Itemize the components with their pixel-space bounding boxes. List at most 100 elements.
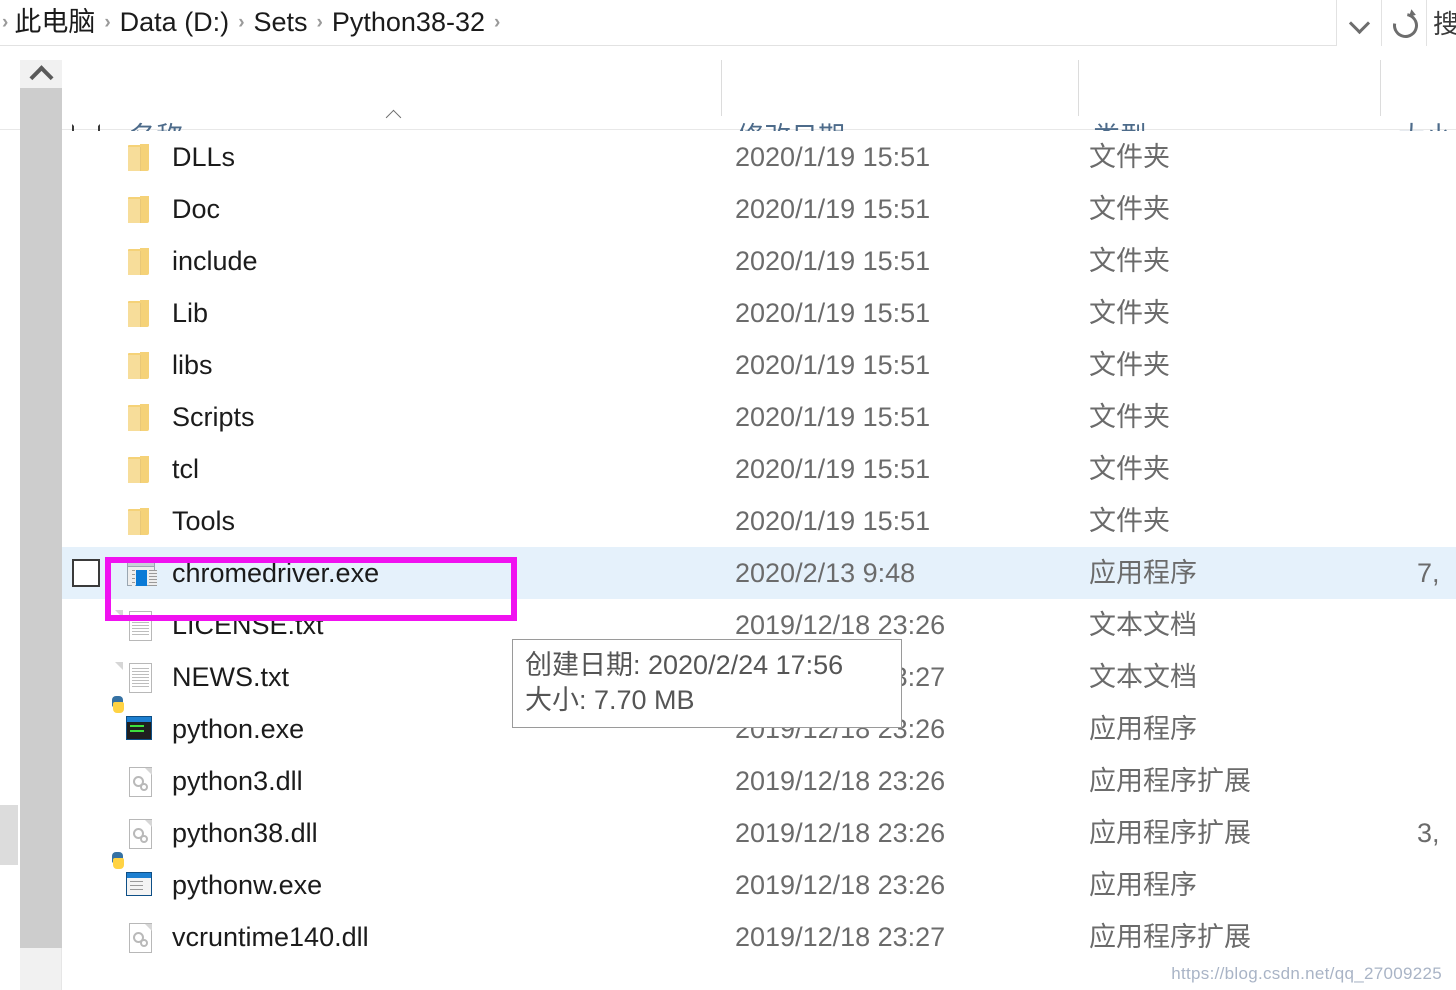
folder-icon	[124, 401, 158, 435]
folder-icon	[124, 141, 158, 175]
table-row[interactable]: chromedriver.exe 2020/2/13 9:48 应用程序 7,	[62, 547, 1456, 599]
table-row[interactable]: pythonw.exe 2019/12/18 23:26 应用程序	[62, 852, 1456, 911]
file-name[interactable]: NEWS.txt	[172, 651, 289, 703]
file-type: 应用程序	[1089, 558, 1197, 588]
file-name[interactable]: Doc	[172, 183, 220, 235]
file-date-modified: 2019/12/18 23:26	[735, 818, 946, 848]
file-type: 应用程序扩展	[1089, 922, 1251, 952]
file-name[interactable]: libs	[172, 339, 213, 391]
breadcrumb[interactable]: › 此电脑 › Data (D:) › Sets › Python38-32 ›	[0, 0, 1336, 46]
file-type: 应用程序	[1089, 870, 1197, 900]
python-exe-icon	[112, 696, 158, 747]
column-divider[interactable]	[1078, 60, 1079, 116]
file-type: 文本文档	[1089, 662, 1197, 692]
file-name[interactable]: pythonw.exe	[172, 859, 322, 911]
file-name[interactable]: Tools	[172, 495, 235, 547]
breadcrumb-item-data-d[interactable]: Data (D:)	[120, 9, 230, 36]
file-type: 文件夹	[1089, 506, 1170, 536]
file-name[interactable]: Scripts	[172, 391, 255, 443]
breadcrumb-chevron-icon[interactable]: ›	[485, 13, 509, 32]
column-divider[interactable]	[1380, 60, 1381, 116]
breadcrumb-chevron-icon[interactable]: ›	[308, 13, 332, 32]
scrollbar-thumb[interactable]	[20, 88, 62, 948]
file-explorer-window: › 此电脑 › Data (D:) › Sets › Python38-32 ›…	[0, 0, 1456, 990]
application-icon	[124, 557, 158, 591]
folder-icon	[124, 193, 158, 227]
file-date-modified: 2020/1/19 15:51	[735, 350, 931, 380]
table-row[interactable]: DLLs 2020/1/19 15:51 文件夹	[62, 131, 1456, 183]
breadcrumb-chevron-icon[interactable]: ›	[229, 13, 253, 32]
history-dropdown-button[interactable]	[1336, 0, 1381, 46]
file-date-modified: 2020/2/13 9:48	[735, 558, 916, 588]
file-date-modified: 2020/1/19 15:51	[735, 194, 931, 224]
file-list: DLLs 2020/1/19 15:51 文件夹 Doc 2020/1/19 15:51…	[62, 131, 1456, 990]
table-row[interactable]: python3.dll 2019/12/18 23:26 应用程序扩展	[62, 755, 1456, 807]
file-type: 文本文档	[1089, 610, 1197, 640]
file-type: 应用程序	[1089, 714, 1197, 744]
file-name[interactable]: python38.dll	[172, 807, 318, 859]
refresh-icon	[1391, 10, 1417, 36]
refresh-button[interactable]	[1381, 0, 1426, 46]
table-row[interactable]: Scripts 2020/1/19 15:51 文件夹	[62, 391, 1456, 443]
breadcrumb-item-this-pc[interactable]: 此电脑	[14, 9, 95, 36]
file-name[interactable]: include	[172, 235, 258, 287]
text-document-icon	[115, 661, 158, 695]
address-bar-controls: 搜索	[1336, 0, 1456, 46]
row-checkbox[interactable]	[72, 559, 100, 587]
file-date-modified: 2020/1/19 15:51	[735, 246, 931, 276]
outer-scrollbar-thumb[interactable]	[0, 805, 18, 865]
table-row[interactable]: Lib 2020/1/19 15:51 文件夹	[62, 287, 1456, 339]
breadcrumb-item-sets[interactable]: Sets	[254, 9, 308, 36]
sort-ascending-icon	[386, 108, 406, 120]
file-name[interactable]: tcl	[172, 443, 199, 495]
file-date-modified: 2019/12/18 23:26	[735, 766, 946, 796]
table-row[interactable]: vcruntime140.dll 2019/12/18 23:27 应用程序扩展	[62, 911, 1456, 963]
table-row[interactable]: tcl 2020/1/19 15:51 文件夹	[62, 443, 1456, 495]
file-name[interactable]: LICENSE.txt	[172, 599, 324, 651]
file-tooltip: 创建日期: 2020/2/24 17:56 大小: 7.70 MB	[512, 639, 902, 729]
breadcrumb-chevron-icon[interactable]: ›	[95, 13, 119, 32]
file-type: 文件夹	[1089, 194, 1170, 224]
folder-icon	[124, 505, 158, 539]
file-type: 文件夹	[1089, 298, 1170, 328]
text-document-icon	[115, 609, 158, 643]
dll-icon	[124, 765, 158, 799]
file-type: 文件夹	[1089, 142, 1170, 172]
vertical-scrollbar[interactable]	[20, 60, 62, 990]
file-name[interactable]: Lib	[172, 287, 208, 339]
table-row[interactable]: python38.dll 2019/12/18 23:26 应用程序扩展 3,	[62, 807, 1456, 859]
file-type: 应用程序扩展	[1089, 766, 1251, 796]
file-size: 7,	[1417, 558, 1440, 588]
dll-icon	[124, 921, 158, 955]
file-size: 3,	[1417, 818, 1440, 848]
pythonw-exe-icon	[112, 852, 158, 903]
chevron-down-icon	[1351, 14, 1368, 31]
column-divider[interactable]	[721, 60, 722, 116]
table-row[interactable]: Doc 2020/1/19 15:51 文件夹	[62, 183, 1456, 235]
file-date-modified: 2020/1/19 15:51	[735, 402, 931, 432]
file-date-modified: 2020/1/19 15:51	[735, 298, 931, 328]
file-date-modified: 2020/1/19 15:51	[735, 142, 931, 172]
scroll-up-button[interactable]	[20, 60, 62, 88]
table-row[interactable]: libs 2020/1/19 15:51 文件夹	[62, 339, 1456, 391]
breadcrumb-item-python38-32[interactable]: Python38-32	[332, 9, 485, 36]
search-input[interactable]: 搜索	[1426, 0, 1456, 46]
file-name[interactable]: python3.dll	[172, 755, 303, 807]
folder-icon	[124, 453, 158, 487]
tooltip-created-date: 创建日期: 2020/2/24 17:56	[525, 650, 844, 680]
dll-icon	[124, 817, 158, 851]
file-name[interactable]: vcruntime140.dll	[172, 911, 369, 963]
column-header-row: 名称 修改日期 类型 大小	[0, 46, 1456, 151]
address-bar: › 此电脑 › Data (D:) › Sets › Python38-32 ›…	[0, 0, 1456, 46]
file-type: 文件夹	[1089, 454, 1170, 484]
file-name[interactable]: DLLs	[172, 131, 235, 183]
file-name[interactable]: python.exe	[172, 703, 304, 755]
file-date-modified: 2019/12/18 23:26	[735, 870, 946, 900]
folder-icon	[124, 297, 158, 331]
tooltip-size: 大小: 7.70 MB	[525, 684, 695, 715]
table-row[interactable]: Tools 2020/1/19 15:51 文件夹	[62, 495, 1456, 547]
file-type: 文件夹	[1089, 350, 1170, 380]
file-type: 文件夹	[1089, 402, 1170, 432]
file-name[interactable]: chromedriver.exe	[172, 547, 379, 599]
table-row[interactable]: include 2020/1/19 15:51 文件夹	[62, 235, 1456, 287]
